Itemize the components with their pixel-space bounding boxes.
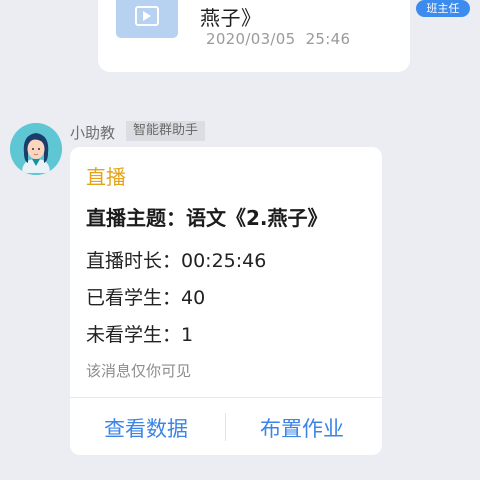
action-separator: [225, 413, 226, 441]
card-divider: [70, 397, 382, 398]
role-badge: 班主任: [416, 0, 470, 17]
watched-count: 已看学生：40: [86, 287, 206, 309]
sender-tag: 智能群助手: [126, 121, 206, 141]
sender-name: 小助教: [70, 124, 116, 142]
view-data-button[interactable]: 查看数据: [104, 413, 188, 443]
video-title: 燕子》: [200, 6, 262, 30]
avatar-illustration: [10, 123, 62, 175]
video-timestamp: 2020/03/05 25:46: [206, 30, 351, 48]
video-thumbnail[interactable]: [116, 0, 178, 38]
assistant-avatar[interactable]: [10, 123, 62, 175]
play-triangle-icon: [143, 11, 151, 21]
not-watched-count: 未看学生：1: [86, 324, 194, 346]
message-type-label: 直播: [86, 165, 126, 189]
live-topic: 直播主题：语文《2.燕子》: [86, 206, 328, 230]
live-summary-card: 直播 直播主题：语文《2.燕子》 直播时长：00:25:46 已看学生：40 未…: [70, 147, 382, 455]
visibility-note: 该消息仅你可见: [86, 362, 192, 380]
video-message-card[interactable]: 燕子》 2020/03/05 25:46: [98, 0, 410, 72]
assign-homework-button[interactable]: 布置作业: [260, 413, 344, 443]
live-duration: 直播时长：00:25:46: [86, 250, 267, 272]
